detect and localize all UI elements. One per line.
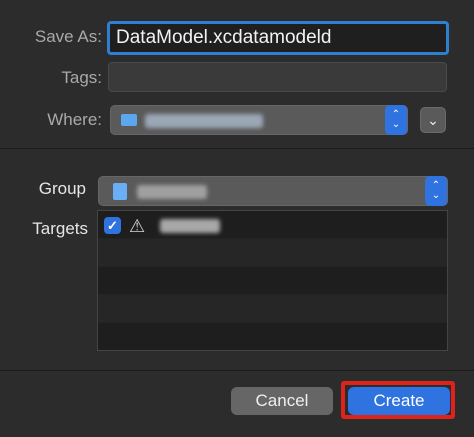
group-popup[interactable]: ⌃ ⌄ bbox=[98, 176, 448, 206]
divider bbox=[0, 370, 474, 371]
target-row bbox=[98, 323, 447, 351]
target-row[interactable]: ✓ ⚠ bbox=[98, 211, 447, 239]
tags-label: Tags: bbox=[61, 68, 102, 87]
up-down-chevron-icon: ⌃ ⌄ bbox=[425, 176, 447, 206]
targets-label: Targets bbox=[32, 219, 88, 238]
target-row bbox=[98, 295, 447, 323]
target-row bbox=[98, 267, 447, 295]
xcode-app-icon: ⚠ bbox=[129, 216, 146, 236]
up-down-chevron-icon: ⌃ ⌄ bbox=[385, 105, 407, 135]
group-label: Group bbox=[38, 179, 86, 198]
where-location-redacted bbox=[145, 114, 263, 128]
save-dialog: Save As: DataModel.xcdatamodeld Tags: Wh… bbox=[0, 0, 474, 437]
save-as-field[interactable]: DataModel.xcdatamodeld bbox=[107, 21, 449, 55]
targets-list: ✓ ⚠ bbox=[97, 210, 448, 351]
where-label: Where: bbox=[47, 110, 102, 129]
target-row bbox=[98, 239, 447, 267]
cancel-button[interactable]: Cancel bbox=[231, 387, 333, 415]
folder-icon bbox=[113, 183, 127, 200]
divider bbox=[0, 148, 474, 149]
tags-field[interactable] bbox=[108, 62, 447, 92]
group-name-redacted bbox=[137, 185, 207, 199]
save-as-label: Save As: bbox=[34, 27, 102, 46]
chevron-down-icon[interactable]: ⌄ bbox=[420, 107, 446, 133]
checkmark-icon[interactable]: ✓ bbox=[104, 217, 121, 234]
folder-icon bbox=[121, 114, 137, 126]
where-popup[interactable]: ⌃ ⌄ bbox=[110, 105, 408, 135]
target-name-redacted bbox=[160, 219, 220, 233]
create-button[interactable]: Create bbox=[348, 387, 450, 415]
